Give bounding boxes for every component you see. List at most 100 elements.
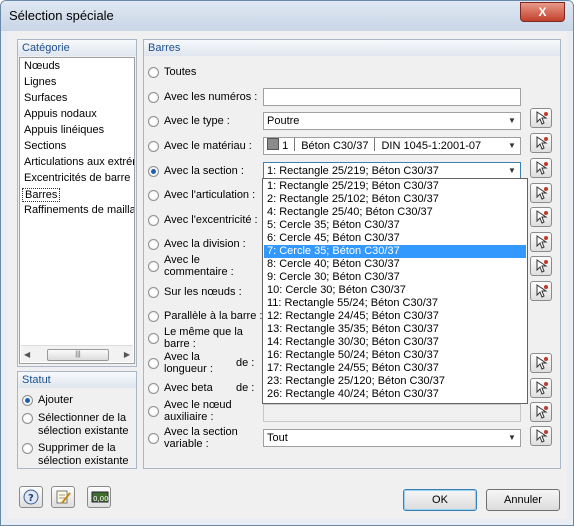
status-label: Ajouter <box>38 394 73 406</box>
section-option[interactable]: 5: Cercle 35; Béton C30/37 <box>264 219 526 232</box>
chevron-down-icon[interactable]: ▼ <box>504 113 520 129</box>
material-number: 1 <box>282 140 289 152</box>
radio-noeuds[interactable] <box>148 287 159 298</box>
radio-section[interactable] <box>148 166 159 177</box>
units-icon: 0,00 <box>91 491 109 503</box>
scroll-thumb[interactable]: ||| <box>47 349 109 361</box>
section-option[interactable]: 10: Cercle 30; Béton C30/37 <box>264 284 526 297</box>
pick-nodes-button[interactable] <box>530 281 552 301</box>
category-list[interactable]: Nœuds Lignes Surfaces Appuis nodaux Appuis l… <box>19 57 135 364</box>
pick-comment-button[interactable] <box>530 256 552 276</box>
label-excentricite: Avec l'excentricité : <box>164 214 258 226</box>
category-item[interactable]: Lignes <box>24 76 56 88</box>
radio-articulation[interactable] <box>148 190 159 201</box>
help-icon: ? <box>23 489 39 505</box>
category-item[interactable]: Nœuds <box>24 60 60 72</box>
pick-excentricity-button[interactable] <box>530 207 552 227</box>
status-group: Statut Ajouter Sélectionner de la sélectio… <box>17 371 137 469</box>
variable-section-select[interactable]: Tout ▼ <box>263 429 521 447</box>
edit-notes-icon <box>56 490 71 504</box>
select-in-graphic-icon <box>536 381 548 395</box>
radio-section_var[interactable] <box>148 433 159 444</box>
category-item[interactable]: Raffinements de maillag <box>24 204 134 216</box>
pick-aux-node-button[interactable] <box>530 402 552 422</box>
radio-noeud_aux[interactable] <box>148 406 159 417</box>
radio-parallele[interactable] <box>148 311 159 322</box>
radio-meme[interactable] <box>148 333 159 344</box>
section-option[interactable]: 11: Rectangle 55/24; Béton C30/37 <box>264 297 526 310</box>
category-hscrollbar[interactable]: ◀ ||| ▶ <box>21 345 133 362</box>
radio-numeros[interactable] <box>148 92 159 103</box>
help-button[interactable]: ? <box>19 486 43 508</box>
pick-articulation-button[interactable] <box>530 183 552 203</box>
radio-materiau[interactable] <box>148 141 159 152</box>
section-option[interactable]: 7: Cercle 35; Béton C30/37 <box>264 245 526 258</box>
section-option[interactable]: 9: Cercle 30; Béton C30/37 <box>264 271 526 284</box>
status-radio[interactable] <box>22 443 33 454</box>
type-select-value: Poutre <box>267 115 300 127</box>
radio-type[interactable] <box>148 116 159 127</box>
category-item[interactable]: Surfaces <box>24 92 67 104</box>
section-option[interactable]: 26: Rectangle 40/24; Béton C30/37 <box>264 388 526 401</box>
close-icon: X <box>538 5 547 19</box>
section-option[interactable]: 6: Cercle 45; Béton C30/37 <box>264 232 526 245</box>
pick-type-button[interactable] <box>530 108 552 128</box>
category-item[interactable]: Excentricités de barre <box>24 172 130 184</box>
section-option[interactable]: 14: Rectangle 30/30; Béton C30/37 <box>264 336 526 349</box>
radio-division[interactable] <box>148 239 159 250</box>
section-option[interactable]: 23: Rectangle 25/120; Béton C30/37 <box>264 375 526 388</box>
radio-toutes[interactable] <box>148 67 159 78</box>
pick-length-button[interactable] <box>530 353 552 373</box>
status-radio[interactable] <box>22 395 33 406</box>
category-item[interactable]: Appuis linéiques <box>24 124 104 136</box>
pick-material-button[interactable] <box>530 133 552 153</box>
type-select[interactable]: Poutre ▼ <box>263 112 521 130</box>
label-longueur: longueur : <box>164 363 213 375</box>
category-item[interactable]: Articulations aux extrém <box>24 156 134 168</box>
section-option[interactable]: 4: Rectangle 25/40; Béton C30/37 <box>264 206 526 219</box>
section-option[interactable]: 12: Rectangle 24/45; Béton C30/37 <box>264 310 526 323</box>
category-item[interactable]: Sections <box>24 140 66 152</box>
section-option[interactable]: 17: Rectangle 24/55; Béton C30/37 <box>264 362 526 375</box>
member-field-aux-node[interactable] <box>263 404 521 422</box>
radio-longueur[interactable] <box>148 358 159 369</box>
status-radio[interactable] <box>22 413 33 424</box>
edit-notes-button[interactable] <box>51 486 75 508</box>
scroll-right-icon[interactable]: ▶ <box>124 350 130 359</box>
label-materiau: Avec le matériau : <box>164 140 252 152</box>
section-option[interactable]: 1: Rectangle 25/219; Béton C30/37 <box>264 180 526 193</box>
chevron-down-icon[interactable]: ▼ <box>504 430 520 446</box>
ok-button[interactable]: OK <box>403 489 477 511</box>
select-in-graphic-icon <box>536 405 548 419</box>
numbers-input[interactable] <box>263 88 521 106</box>
category-item[interactable]: Appuis nodaux <box>24 108 97 120</box>
section-option[interactable]: 16: Rectangle 50/24; Béton C30/37 <box>264 349 526 362</box>
select-in-graphic-icon <box>536 210 548 224</box>
section-option[interactable]: 13: Rectangle 35/35; Béton C30/37 <box>264 323 526 336</box>
chevron-down-icon[interactable]: ▼ <box>504 138 520 154</box>
radio-beta[interactable] <box>148 383 159 394</box>
svg-text:0,00: 0,00 <box>93 495 109 503</box>
scroll-left-icon[interactable]: ◀ <box>24 350 30 359</box>
chevron-down-icon[interactable]: ▼ <box>504 163 520 179</box>
pick-variable-section-button[interactable] <box>530 426 552 446</box>
radio-commentaire[interactable] <box>148 261 159 272</box>
category-item[interactable]: Barres <box>22 188 61 202</box>
section-option[interactable]: 8: Cercle 40; Béton C30/37 <box>264 258 526 271</box>
radio-excentricite[interactable] <box>148 215 159 226</box>
cancel-button[interactable]: Annuler <box>486 489 560 511</box>
pick-beta-button[interactable] <box>530 378 552 398</box>
category-header: Catégorie <box>18 40 136 56</box>
material-select[interactable]: 1 Béton C30/37 DIN 1045-1:2001-07 ▼ <box>263 137 521 155</box>
pick-division-button[interactable] <box>530 232 552 252</box>
dialog-body: Catégorie Nœuds Lignes Surfaces Appuis noda… <box>7 31 567 519</box>
select-in-graphic-icon <box>536 259 548 273</box>
select-in-graphic-icon <box>536 136 548 150</box>
section-dropdown-list[interactable]: 1: Rectangle 25/219; Béton C30/37 2: Rect… <box>262 178 528 404</box>
units-button[interactable]: 0,00 <box>87 486 111 508</box>
pick-section-button[interactable] <box>530 158 552 178</box>
section-option[interactable]: 2: Rectangle 25/102; Béton C30/37 <box>264 193 526 206</box>
close-button[interactable]: X <box>520 2 565 22</box>
select-in-graphic-icon <box>536 161 548 175</box>
status-label: sélection existante <box>38 425 129 437</box>
